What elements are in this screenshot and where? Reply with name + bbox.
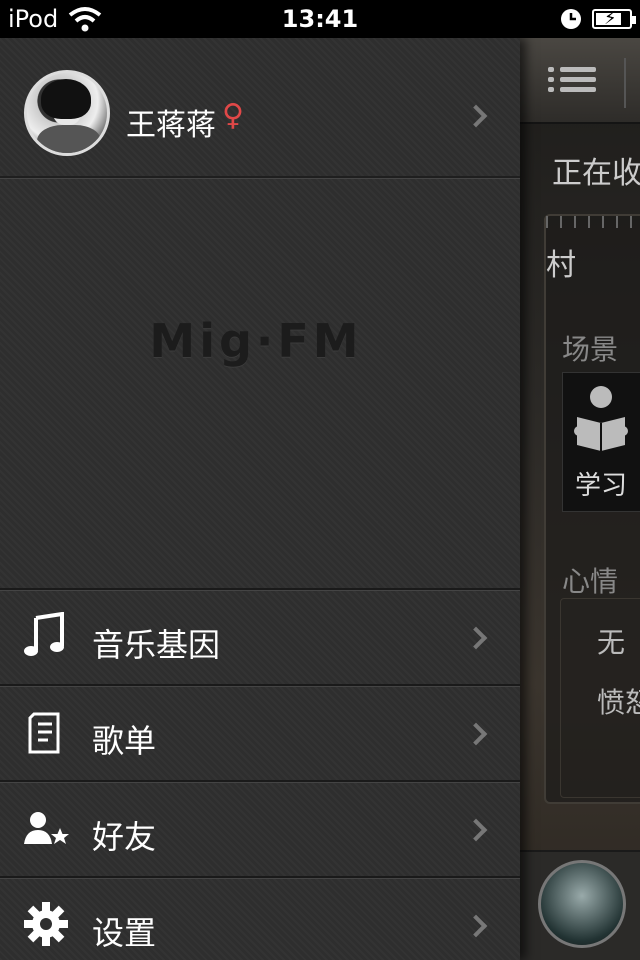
carrier-label: iPod xyxy=(8,5,59,33)
avatar xyxy=(24,70,110,156)
topbar-divider xyxy=(624,58,626,108)
chevron-right-icon xyxy=(464,818,488,842)
chevron-right-icon xyxy=(464,104,488,128)
username: 王蒋蒋 xyxy=(126,108,216,143)
mood-list: 无 愤怒 xyxy=(560,598,640,798)
station-name: 村 xyxy=(546,248,576,283)
menu-label-music-gene: 音乐基因 xyxy=(92,626,221,664)
chevron-right-icon xyxy=(464,626,488,650)
menu-item-playlist[interactable]: 歌单 xyxy=(0,684,520,780)
chevron-right-icon xyxy=(464,914,488,938)
reading-person-icon xyxy=(574,386,628,451)
drawer-menu: 音乐基因 歌单 好友 设置 xyxy=(0,588,520,960)
brand-watermark: Mig·FM xyxy=(149,314,363,368)
menu-item-friends[interactable]: 好友 xyxy=(0,780,520,876)
main-screen: 正在收 村 场景 学习 心情 无 愤怒 xyxy=(520,38,640,960)
female-icon: ♀ xyxy=(222,98,244,133)
scene-label: 场景 xyxy=(562,333,619,366)
chevron-right-icon xyxy=(464,722,488,746)
music-note-icon xyxy=(24,612,64,656)
friends-star-icon xyxy=(24,812,69,844)
wifi-icon xyxy=(68,7,102,32)
menu-label-friends: 好友 xyxy=(92,818,157,856)
main-topbar xyxy=(520,38,640,124)
mood-item-angry[interactable]: 愤怒 xyxy=(597,681,640,721)
gear-icon xyxy=(24,902,68,946)
now-playing-bar[interactable] xyxy=(520,850,640,960)
menu-list-icon[interactable] xyxy=(548,62,596,98)
station-panel: 村 场景 学习 心情 无 愤怒 xyxy=(544,214,640,804)
battery-charging-icon: ⚡ xyxy=(592,8,636,29)
menu-item-music-gene[interactable]: 音乐基因 xyxy=(0,588,520,684)
document-icon xyxy=(28,712,60,754)
mood-label: 心情 xyxy=(562,565,619,598)
menu-label-settings: 设置 xyxy=(92,914,157,952)
scene-study-button[interactable]: 学习 xyxy=(562,372,640,512)
now-playing-avatar xyxy=(538,860,626,948)
now-listening-label: 正在收 xyxy=(552,156,640,191)
mood-item-none[interactable]: 无 xyxy=(597,621,625,661)
menu-label-playlist: 歌单 xyxy=(92,722,157,760)
scene-study-label: 学习 xyxy=(575,471,628,501)
clock-icon xyxy=(561,9,581,29)
status-bar: iPod 13:41 ⚡ xyxy=(0,0,640,38)
profile-row[interactable]: 王蒋蒋 ♀ xyxy=(0,38,520,178)
menu-item-settings[interactable]: 设置 xyxy=(0,876,520,960)
side-drawer: 王蒋蒋 ♀ Mig·FM 音乐基因 歌单 好友 设置 xyxy=(0,38,520,960)
tuner-ticks xyxy=(546,216,640,228)
